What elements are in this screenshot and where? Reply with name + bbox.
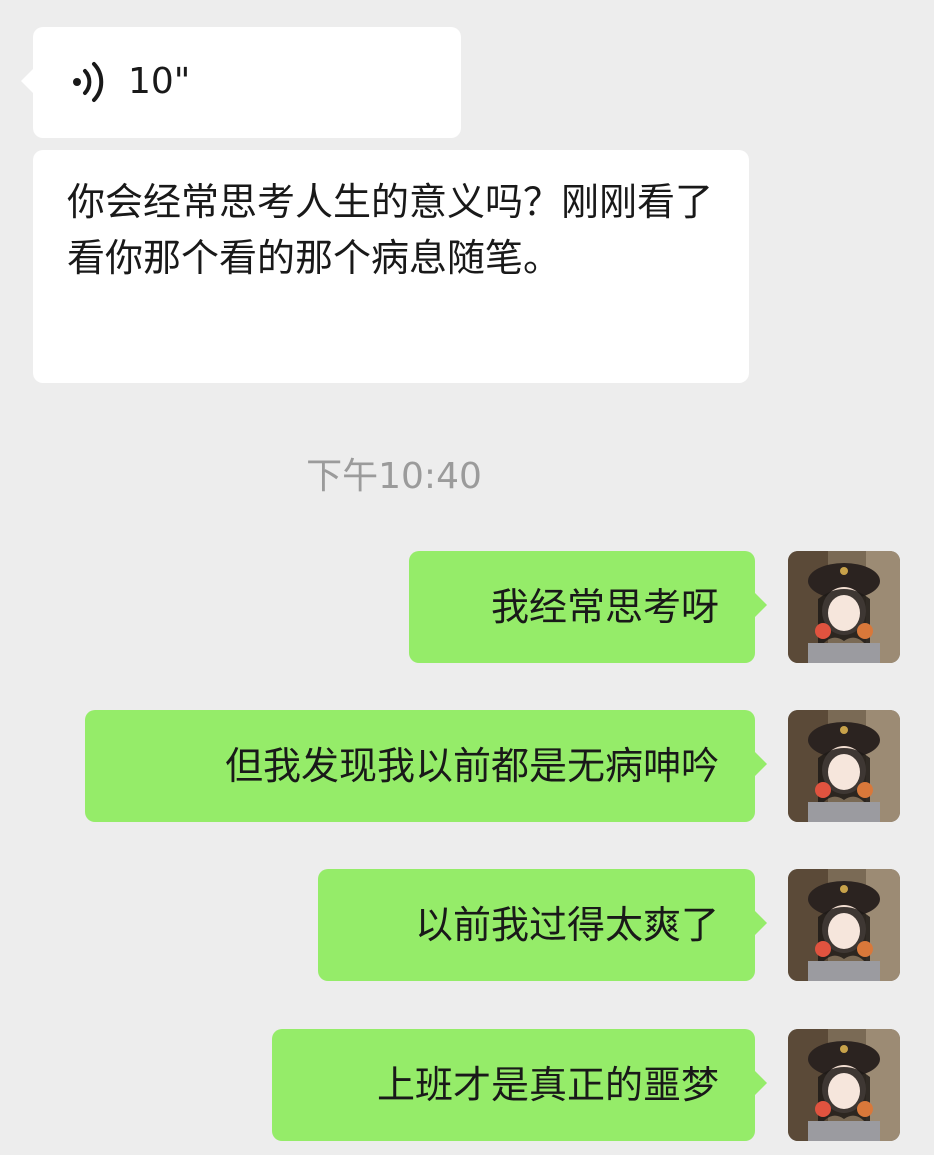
message-text: 以前我过得太爽了: [414, 903, 719, 947]
bubble-tail: [755, 1071, 767, 1095]
outgoing-message-bubble[interactable]: 以前我过得太爽了: [318, 869, 767, 981]
bubble-tail: [755, 911, 767, 935]
message-text: 你会经常思考人生的意义吗？刚刚看了看你那个看的那个病息随笔。: [67, 180, 714, 280]
chat-area: 10" 你会经常思考人生的意义吗？刚刚看了看你那个看的那个病息随笔。 下午10:…: [0, 0, 934, 1155]
outgoing-message-bubble[interactable]: 我经常思考呀: [409, 551, 767, 663]
avatar[interactable]: [788, 869, 900, 981]
voice-message-bubble[interactable]: 10": [21, 27, 461, 138]
outgoing-message-bubble[interactable]: 上班才是真正的噩梦: [272, 1029, 767, 1141]
avatar[interactable]: [788, 1029, 900, 1141]
outgoing-message-bubble[interactable]: 但我发现我以前都是无病呻吟: [85, 710, 767, 822]
message-text: 上班才是真正的噩梦: [376, 1063, 719, 1107]
bubble-tail: [755, 593, 767, 617]
voice-duration: 10": [128, 61, 191, 102]
incoming-text-bubble[interactable]: 你会经常思考人生的意义吗？刚刚看了看你那个看的那个病息随笔。: [33, 150, 749, 383]
avatar[interactable]: [788, 551, 900, 663]
voice-wave-icon: [69, 59, 115, 105]
bubble-tail: [21, 69, 33, 93]
bubble-tail: [755, 752, 767, 776]
message-text: 我经常思考呀: [490, 585, 719, 629]
message-text: 但我发现我以前都是无病呻吟: [224, 744, 719, 788]
message-timestamp: 下午10:40: [306, 456, 482, 497]
avatar[interactable]: [788, 710, 900, 822]
